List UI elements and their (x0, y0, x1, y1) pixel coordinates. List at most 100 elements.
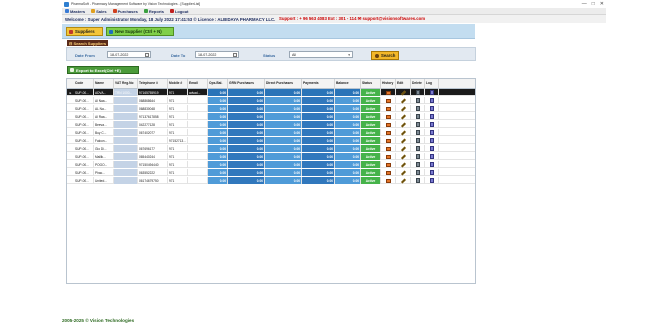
column-header[interactable]: Email (188, 79, 208, 89)
date-from-field[interactable]: 18-07-2022 (107, 51, 151, 58)
log-icon[interactable] (429, 114, 434, 119)
column-header[interactable]: Log (425, 79, 439, 89)
delete-cell[interactable] (411, 121, 425, 128)
log-icon[interactable] (429, 122, 434, 127)
edit-icon[interactable] (400, 114, 406, 119)
table-row[interactable]: SUP-00... Falcon... 97152713... 0.00 0.00 0.0… (67, 137, 475, 144)
row-selector[interactable] (67, 113, 74, 120)
history-cell[interactable] (381, 97, 396, 104)
delete-icon[interactable] (415, 146, 420, 151)
column-header[interactable]: Direct Purchases (265, 79, 302, 89)
table-row[interactable]: SUP-00... AL Na... 068830048 971 0.00 0.00 0.0… (67, 105, 475, 112)
edit-icon[interactable] (400, 170, 406, 175)
date-to-field[interactable]: 18-07-2022 (195, 51, 239, 58)
edit-cell[interactable] (396, 129, 411, 136)
maximize-icon[interactable]: □ (592, 1, 595, 7)
row-selector[interactable]: ▸ (67, 89, 74, 96)
log-cell[interactable] (425, 145, 439, 152)
row-selector[interactable] (67, 129, 74, 136)
column-header[interactable]: Status (361, 79, 381, 89)
export-excel-button[interactable]: Export to Excel(Ctrl +E) (67, 66, 139, 74)
menu-logout[interactable]: Logout (169, 9, 189, 14)
status-select[interactable]: All ▾ (289, 51, 353, 58)
log-cell[interactable] (425, 105, 439, 112)
delete-cell[interactable] (411, 89, 425, 96)
row-selector[interactable] (67, 137, 74, 144)
delete-cell[interactable] (411, 105, 425, 112)
column-header[interactable]: Mobile # (168, 79, 188, 89)
delete-cell[interactable] (411, 153, 425, 160)
edit-icon[interactable] (400, 90, 406, 95)
row-selector[interactable] (67, 145, 74, 152)
delete-icon[interactable] (415, 122, 420, 127)
log-icon[interactable] (429, 146, 434, 151)
table-row[interactable]: SUP-00... Al Naa... 068868644 971 0.00 0.00 0.… (67, 97, 475, 104)
delete-icon[interactable] (415, 114, 420, 119)
delete-icon[interactable] (415, 130, 420, 135)
log-cell[interactable] (425, 177, 439, 184)
edit-icon[interactable] (400, 106, 406, 111)
row-selector[interactable] (67, 161, 74, 168)
column-header[interactable]: Ops.Bal. (208, 79, 228, 89)
column-header[interactable]: VAT Reg.No (114, 79, 138, 89)
history-cell[interactable] (381, 153, 396, 160)
delete-cell[interactable] (411, 161, 425, 168)
calendar-icon[interactable] (145, 53, 149, 57)
history-cell[interactable] (381, 121, 396, 128)
table-row[interactable]: SUP-00... POGO... 97150494440 971 0.00 0.00 0.… (67, 161, 475, 168)
log-icon[interactable] (429, 162, 434, 167)
edit-cell[interactable] (396, 153, 411, 160)
delete-icon[interactable] (415, 178, 420, 183)
history-cell[interactable] (381, 177, 396, 184)
log-cell[interactable] (425, 89, 439, 96)
edit-cell[interactable] (396, 113, 411, 120)
history-icon[interactable] (385, 106, 391, 111)
log-icon[interactable] (429, 130, 434, 135)
log-icon[interactable] (429, 138, 434, 143)
delete-icon[interactable] (415, 154, 420, 159)
edit-cell[interactable] (396, 97, 411, 104)
delete-icon[interactable] (415, 90, 420, 95)
history-cell[interactable] (381, 113, 396, 120)
log-icon[interactable] (429, 170, 434, 175)
edit-cell[interactable] (396, 161, 411, 168)
history-icon[interactable] (385, 138, 391, 143)
log-icon[interactable] (429, 98, 434, 103)
delete-cell[interactable] (411, 97, 425, 104)
column-header[interactable]: History (381, 79, 396, 89)
history-icon[interactable] (385, 170, 391, 175)
history-cell[interactable] (381, 129, 396, 136)
row-selector[interactable] (67, 177, 74, 184)
log-cell[interactable] (425, 113, 439, 120)
log-cell[interactable] (425, 129, 439, 136)
column-header[interactable]: Delete (411, 79, 425, 89)
log-icon[interactable] (429, 90, 434, 95)
new-supplier-button[interactable]: New Supplier (Ctrl + N) (106, 27, 174, 36)
menu-reports[interactable]: Reports (143, 9, 164, 14)
history-cell[interactable] (381, 161, 396, 168)
delete-cell[interactable] (411, 177, 425, 184)
delete-icon[interactable] (415, 106, 420, 111)
table-row[interactable]: SUP-00... United... 06174679750 971 0.00 0.00… (67, 177, 475, 184)
history-icon[interactable] (385, 178, 391, 183)
delete-icon[interactable] (415, 170, 420, 175)
edit-cell[interactable] (396, 105, 411, 112)
search-button[interactable]: Search (371, 51, 399, 60)
history-cell[interactable] (381, 137, 396, 144)
calendar-icon[interactable] (233, 53, 237, 57)
edit-cell[interactable] (396, 121, 411, 128)
history-icon[interactable] (385, 122, 391, 127)
table-row[interactable]: SUP-00... Buy C... 067402077 971 0.00 0.00 0.0… (67, 129, 475, 136)
delete-cell[interactable] (411, 137, 425, 144)
log-cell[interactable] (425, 97, 439, 104)
history-icon[interactable] (385, 154, 391, 159)
edit-icon[interactable] (400, 178, 406, 183)
history-icon[interactable] (385, 98, 391, 103)
column-header[interactable]: Payments (302, 79, 335, 89)
table-row[interactable]: SUP-00... Gio Di... 067696177 971 0.00 0.00 0.… (67, 145, 475, 152)
row-selector[interactable] (67, 97, 74, 104)
history-cell[interactable] (381, 145, 396, 152)
table-row[interactable]: SUP-00... Phac... 063552222 971 0.00 0.00 0.00… (67, 169, 475, 176)
table-row[interactable]: ▸ SUP-00... ADVA... TRN 1000... 97165755919 9… (67, 89, 475, 96)
minimize-icon[interactable]: — (582, 1, 587, 7)
